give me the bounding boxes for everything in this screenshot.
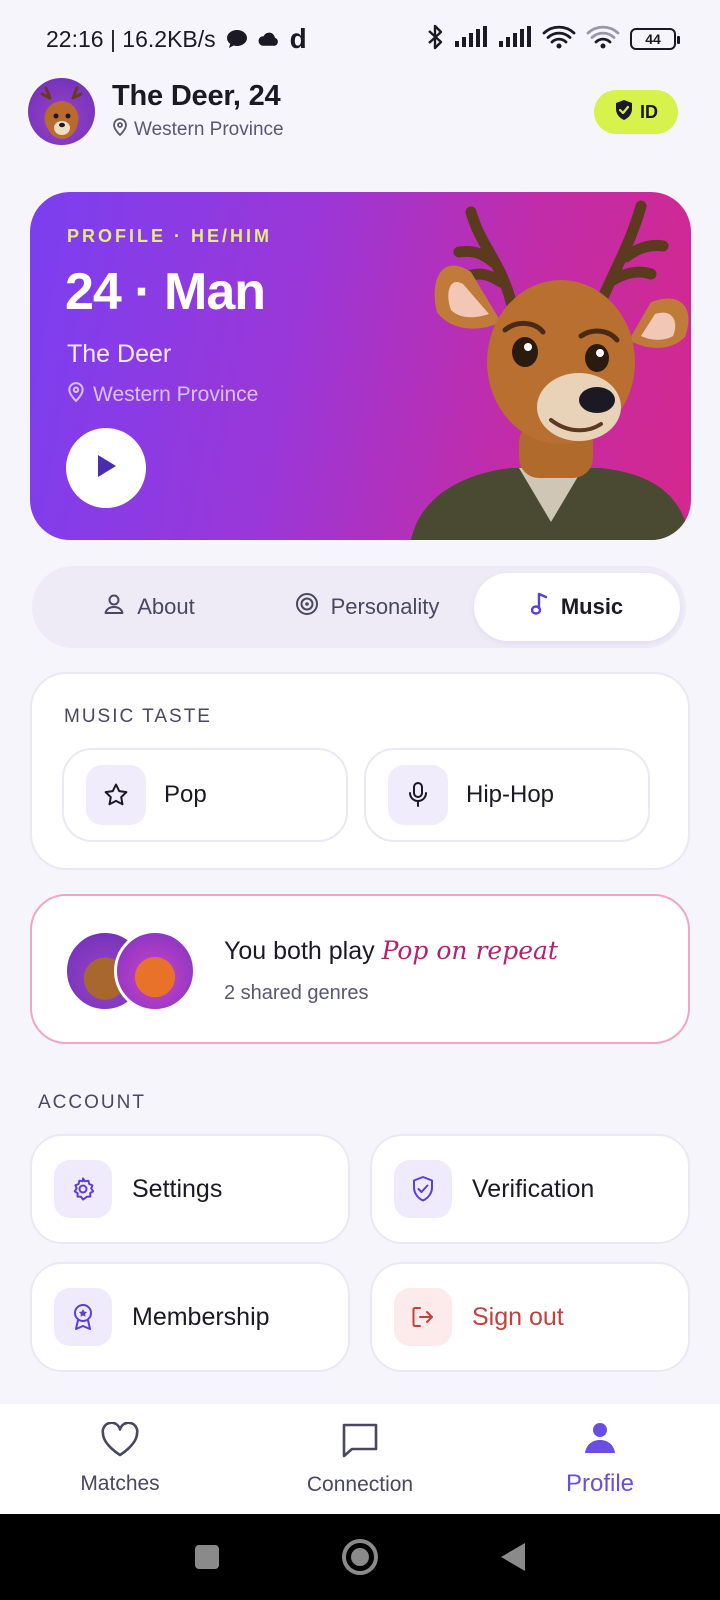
profile-header: The Deer, 24 Western Province ID [28,77,692,145]
back-button[interactable] [489,1533,537,1581]
bluetooth-icon [426,24,444,55]
avatar[interactable] [28,77,95,145]
match-avatar [114,930,196,1012]
settings-button[interactable]: Settings [30,1134,350,1244]
sign-out-icon [394,1288,452,1346]
location-pin-icon [67,382,85,408]
status-left: 22:16 | 16.2KB/s d [46,23,307,55]
header-text: The Deer, 24 Western Province [112,80,284,142]
hero-location: Western Province [67,382,258,408]
system-navigation-bar [0,1514,720,1600]
wifi-icon [542,25,576,54]
music-note-icon [530,592,549,622]
app-glyph: d [289,23,307,54]
chat-icon [340,1421,380,1465]
tab-personality[interactable]: Personality [260,573,474,641]
shared-avatars [64,930,200,1012]
genre-chip-hip-hop[interactable]: Hip-Hop [364,748,650,842]
status-right: 44 [426,24,680,55]
location-pin-icon [112,118,128,142]
genre-pop-label: Pop [164,781,207,808]
play-icon [94,453,118,484]
person-icon [103,593,125,621]
nav-matches-label: Matches [80,1472,160,1495]
shield-check-icon [394,1160,452,1218]
settings-label: Settings [132,1174,223,1203]
hero-title: 24 · Man [65,263,266,321]
nav-profile-label: Profile [565,1469,635,1497]
star-icon [86,765,146,825]
nav-matches[interactable]: Matches [30,1421,210,1496]
nav-connection-label: Connection [306,1473,414,1496]
signal-icon [454,25,488,53]
battery-indicator: 44 [630,28,680,50]
hero-kicker: PROFILE · HE/HIM [67,226,272,246]
account-heading: ACCOUNT [38,1092,146,1113]
music-taste-card: MUSIC TASTE Pop Hip-Hop [30,672,690,870]
shared-subtitle: 2 shared genres [224,982,369,1004]
verification-label: Verification [472,1174,595,1203]
sign-out-button[interactable]: Sign out [370,1262,690,1372]
nav-connection[interactable]: Connection [270,1421,450,1497]
recent-apps-button[interactable] [183,1533,231,1581]
profile-tabs: About Personality Music [32,566,686,648]
verification-button[interactable]: Verification [370,1134,690,1244]
bottom-navigation: Matches Connection Profile [0,1404,720,1514]
id-badge-label: ID [640,101,658,122]
profile-hero-card: PROFILE · HE/HIM 24 · Man The Deer Weste… [30,192,691,540]
shared-title-prefix: You both play [224,937,375,965]
tab-personality-label: Personality [330,594,440,619]
profile-name: The Deer, 24 [112,80,281,112]
sign-out-label: Sign out [472,1302,564,1331]
header-location: Western Province [112,118,284,142]
wifi-icon-2 [586,25,620,54]
nav-profile[interactable]: Profile [510,1421,690,1498]
microphone-icon [388,765,448,825]
chat-bubble-icon [226,28,248,50]
membership-label: Membership [132,1302,270,1331]
membership-button[interactable]: Membership [30,1262,350,1372]
play-voice-button[interactable] [66,428,146,508]
shared-title-highlight: Pop on repeat [381,936,558,965]
tab-about[interactable]: About [38,573,260,641]
shared-title: You both play Pop on repeat [224,936,558,966]
id-verified-badge[interactable]: ID [594,90,678,134]
profile-icon [582,1421,618,1462]
tab-about-label: About [137,594,195,619]
tab-music-label: Music [560,594,624,619]
hero-name: The Deer [67,340,172,368]
deer-illustration [401,192,691,540]
status-bar: 22:16 | 16.2KB/s d 44 [0,0,720,78]
target-icon [295,592,319,622]
tab-music[interactable]: Music [474,573,680,641]
shield-check-icon [614,99,634,126]
header-location-text: Western Province [134,119,284,140]
genre-chip-pop[interactable]: Pop [62,748,348,842]
home-button[interactable] [336,1533,384,1581]
gear-icon [54,1160,112,1218]
genre-hip-hop-label: Hip-Hop [466,781,555,808]
shared-genres-card[interactable]: You both play Pop on repeat 2 shared gen… [30,894,690,1044]
award-icon [54,1288,112,1346]
cloud-icon [258,28,280,50]
status-time-speed: 22:16 | 16.2KB/s [46,25,216,52]
signal-icon-2 [498,25,532,53]
heart-icon [100,1421,140,1464]
hero-location-text: Western Province [93,383,259,406]
music-taste-heading: MUSIC TASTE [64,706,212,727]
